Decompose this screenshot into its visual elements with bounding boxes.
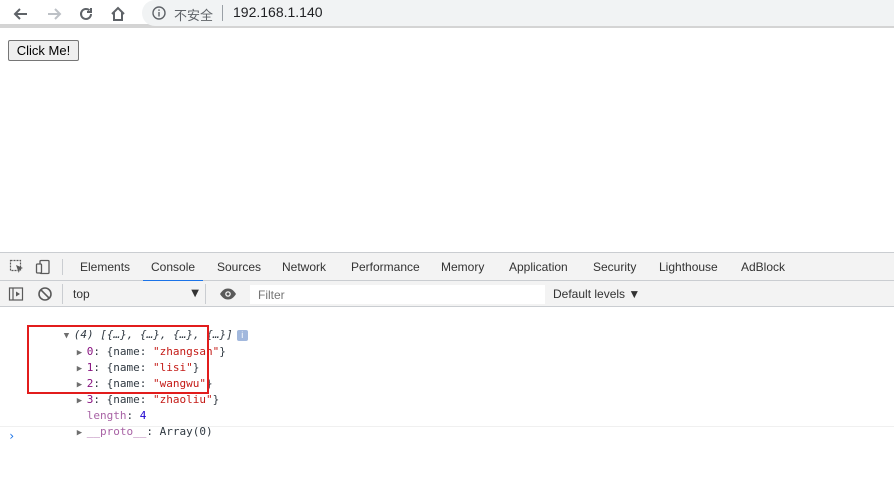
address-bar[interactable]: 不安全 192.168.1.140 [142, 0, 894, 26]
forward-button[interactable] [42, 3, 66, 25]
reload-button[interactable] [74, 3, 98, 25]
inspect-element-icon[interactable] [9, 259, 25, 275]
tab-performance[interactable]: Performance [351, 253, 420, 281]
default-levels-dropdown[interactable]: Default levels ▼ [553, 287, 640, 301]
devtools-panel: Elements Console Sources Network Perform… [0, 252, 894, 483]
console-prompt-divider [0, 426, 894, 427]
address-divider [222, 5, 223, 21]
highlight-annotation-box [27, 325, 209, 394]
back-button[interactable] [9, 3, 33, 25]
context-select[interactable]: top ▼ [62, 284, 206, 304]
filter-input[interactable]: Filter [250, 285, 545, 304]
arrow-left-icon [13, 8, 27, 20]
info-badge-icon: i [236, 329, 248, 341]
toolbar-divider [62, 259, 63, 275]
console-prompt-icon[interactable]: › [8, 429, 15, 443]
url-text[interactable]: 192.168.1.140 [233, 4, 323, 20]
sidebar-toggle-icon[interactable] [8, 286, 24, 302]
home-button[interactable] [106, 3, 130, 25]
tab-network[interactable]: Network [282, 253, 326, 281]
console-output: ▼ (4) [{…}, {…}, {…}, {…}] i ▶ 0: {name: "z… [0, 308, 894, 484]
chevron-down-icon: ▼ [191, 288, 199, 299]
arrow-right-icon [48, 8, 62, 20]
tab-sources[interactable]: Sources [217, 253, 261, 281]
tab-console[interactable]: Console [142, 253, 204, 282]
click-me-button[interactable]: Click Me! [8, 40, 79, 61]
tab-adblock[interactable]: AdBlock [741, 253, 785, 281]
info-icon[interactable] [152, 6, 166, 20]
proto-row[interactable]: ▶ __proto__: Array(0) [37, 408, 213, 438]
console-toolbar: top ▼ Filter Default levels ▼ [0, 281, 894, 307]
tab-elements[interactable]: Elements [80, 253, 130, 281]
tab-security[interactable]: Security [593, 253, 636, 281]
filter-placeholder: Filter [258, 288, 285, 302]
tab-memory[interactable]: Memory [441, 253, 484, 281]
device-toggle-icon[interactable] [35, 259, 51, 275]
devtools-tab-bar: Elements Console Sources Network Perform… [0, 253, 894, 282]
security-label: 不安全 [174, 9, 214, 24]
home-icon [111, 6, 125, 21]
tab-application[interactable]: Application [509, 253, 568, 281]
context-value: top [73, 287, 90, 301]
reload-icon [80, 7, 92, 20]
tab-lighthouse[interactable]: Lighthouse [659, 253, 718, 281]
browser-toolbar: 不安全 192.168.1.140 [0, 0, 894, 28]
length-row: length: 4 [86, 409, 147, 422]
collapse-triangle-icon[interactable]: ▶ [77, 425, 87, 441]
clear-console-icon[interactable] [37, 286, 53, 302]
eye-icon[interactable] [219, 286, 237, 302]
